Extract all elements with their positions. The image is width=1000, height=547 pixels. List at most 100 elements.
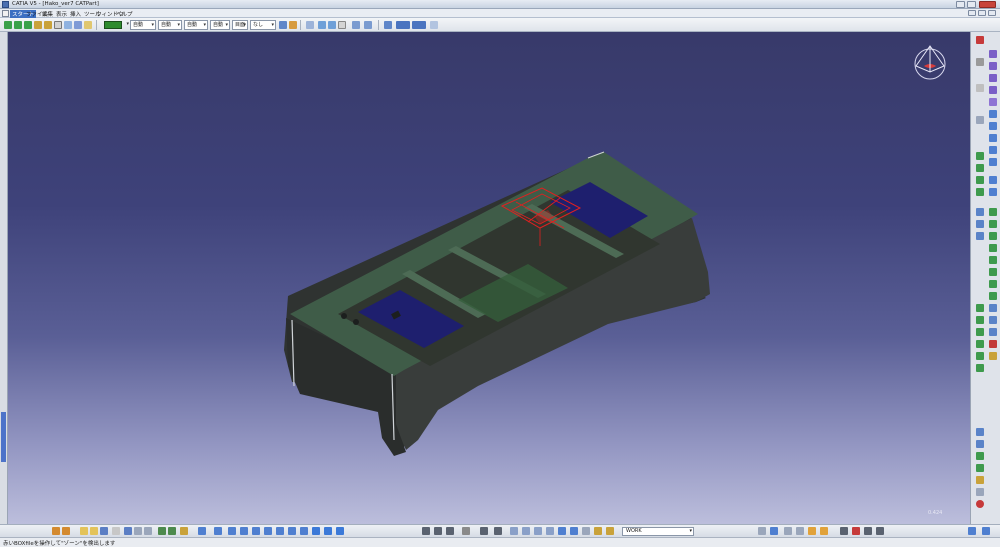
sew-surface-icon[interactable] bbox=[989, 256, 997, 264]
camera-icon[interactable] bbox=[462, 527, 470, 535]
work-plane-select[interactable]: WORK ▾ bbox=[622, 527, 694, 536]
constraint-icon[interactable] bbox=[338, 21, 346, 29]
paint-icon[interactable] bbox=[279, 21, 287, 29]
distance-icon[interactable] bbox=[558, 527, 566, 535]
3d-viewport[interactable]: 0.424 bbox=[8, 32, 970, 524]
knowledge-icon[interactable] bbox=[384, 21, 392, 29]
open-file-icon[interactable] bbox=[62, 527, 70, 535]
point-type-select[interactable]: 自動 ▾ bbox=[184, 20, 208, 30]
measure-inertia-icon[interactable] bbox=[976, 440, 984, 448]
close-button[interactable] bbox=[979, 1, 996, 8]
display-icon[interactable] bbox=[446, 527, 454, 535]
translate-icon[interactable] bbox=[989, 268, 997, 276]
update-icon[interactable] bbox=[976, 364, 984, 372]
catia-logo-icon[interactable] bbox=[976, 500, 984, 508]
constraint-tool-icon[interactable] bbox=[976, 304, 984, 312]
rotate-view-icon[interactable] bbox=[240, 527, 248, 535]
snap-grid-icon[interactable] bbox=[74, 21, 82, 29]
undo-icon[interactable] bbox=[158, 527, 166, 535]
thickness-icon[interactable] bbox=[989, 208, 997, 216]
mirror-sketch-icon[interactable] bbox=[976, 220, 984, 228]
dimension-icon[interactable] bbox=[976, 316, 984, 324]
compass-snap-icon[interactable] bbox=[982, 527, 990, 535]
user-feature-icon[interactable] bbox=[820, 527, 828, 535]
move-icon[interactable] bbox=[14, 21, 22, 29]
video-icon[interactable] bbox=[494, 527, 502, 535]
snap-point-icon[interactable] bbox=[976, 116, 984, 124]
measure-icon[interactable] bbox=[976, 428, 984, 436]
normal-view-icon[interactable] bbox=[276, 527, 284, 535]
render-style-select[interactable]: 目面 ▾ bbox=[232, 20, 248, 30]
grid-icon[interactable] bbox=[64, 21, 72, 29]
grid-icon[interactable] bbox=[976, 84, 984, 92]
fix-icon[interactable] bbox=[976, 340, 984, 348]
rotate-view-icon[interactable] bbox=[24, 21, 32, 29]
doc-restore-button[interactable] bbox=[978, 10, 986, 16]
sketch-icon[interactable] bbox=[989, 50, 997, 58]
rotate-icon[interactable] bbox=[989, 280, 997, 288]
conic-icon[interactable] bbox=[976, 188, 984, 196]
highlight-icon[interactable] bbox=[594, 527, 602, 535]
maximize-button[interactable] bbox=[967, 1, 976, 8]
sketch-grid-icon[interactable] bbox=[968, 527, 976, 535]
split-icon[interactable] bbox=[989, 220, 997, 228]
animate-icon[interactable] bbox=[976, 352, 984, 360]
boolean-remove-icon[interactable] bbox=[989, 352, 997, 360]
select-arrow-icon[interactable] bbox=[976, 58, 984, 66]
constraint-display-icon[interactable] bbox=[582, 527, 590, 535]
construction-icon[interactable] bbox=[84, 21, 92, 29]
render-icon[interactable] bbox=[434, 527, 442, 535]
tree-icon[interactable] bbox=[784, 527, 792, 535]
menu-view[interactable]: 表示 bbox=[56, 10, 67, 18]
shaft-icon[interactable] bbox=[989, 86, 997, 94]
shell-icon[interactable] bbox=[989, 188, 997, 196]
close-surface-icon[interactable] bbox=[989, 244, 997, 252]
check-icon[interactable] bbox=[876, 527, 884, 535]
compass-tool-icon[interactable] bbox=[522, 527, 530, 535]
cut-icon[interactable] bbox=[124, 527, 132, 535]
minimize-button[interactable] bbox=[956, 1, 965, 8]
multi-view-icon[interactable] bbox=[288, 527, 296, 535]
clash-icon[interactable] bbox=[546, 527, 554, 535]
pan-view-icon[interactable] bbox=[228, 527, 236, 535]
pattern-icon[interactable] bbox=[989, 316, 997, 324]
circle-icon[interactable] bbox=[976, 164, 984, 172]
zoom-out-icon[interactable] bbox=[264, 527, 272, 535]
trim-icon[interactable] bbox=[976, 208, 984, 216]
groove-icon[interactable] bbox=[989, 98, 997, 106]
parameter-icon[interactable] bbox=[852, 527, 860, 535]
law-icon[interactable] bbox=[430, 21, 438, 29]
menu-insert[interactable]: 挿入 bbox=[70, 10, 81, 18]
axis-system-icon[interactable] bbox=[976, 452, 984, 460]
formula-icon[interactable] bbox=[396, 21, 410, 29]
rib-icon[interactable] bbox=[989, 122, 997, 130]
menu-edit[interactable]: 編集 bbox=[42, 10, 53, 18]
project-icon[interactable] bbox=[976, 232, 984, 240]
exit-workbench-icon[interactable] bbox=[976, 36, 984, 44]
doc-minimize-button[interactable] bbox=[968, 10, 976, 16]
folder-icon[interactable] bbox=[80, 527, 88, 535]
measure-item-icon[interactable] bbox=[364, 21, 372, 29]
fill-color-swatch[interactable] bbox=[104, 21, 122, 29]
menu-help[interactable]: ヘルプ bbox=[116, 10, 133, 18]
symmetry-icon[interactable] bbox=[989, 292, 997, 300]
working-support-icon[interactable] bbox=[770, 527, 778, 535]
scale-icon[interactable] bbox=[989, 328, 997, 336]
shading-icon[interactable] bbox=[312, 527, 320, 535]
brush-icon[interactable] bbox=[289, 21, 297, 29]
analysis-tool-icon[interactable] bbox=[510, 527, 518, 535]
paste-icon[interactable] bbox=[144, 527, 152, 535]
zoom-in-icon[interactable] bbox=[252, 527, 260, 535]
swap-space-icon[interactable] bbox=[336, 527, 344, 535]
layer-select[interactable]: 自動 ▾ bbox=[210, 20, 230, 30]
section-icon[interactable] bbox=[534, 527, 542, 535]
whats-this-icon[interactable] bbox=[180, 527, 188, 535]
catalog-icon[interactable] bbox=[976, 476, 984, 484]
filter-select[interactable]: なし ▾ bbox=[250, 20, 276, 30]
pocket-icon[interactable] bbox=[989, 74, 997, 82]
select-icon[interactable] bbox=[54, 21, 62, 29]
iso-view-icon[interactable] bbox=[300, 527, 308, 535]
catia-app-icon[interactable] bbox=[2, 1, 9, 8]
slot-icon[interactable] bbox=[989, 134, 997, 142]
rule-icon[interactable] bbox=[864, 527, 872, 535]
